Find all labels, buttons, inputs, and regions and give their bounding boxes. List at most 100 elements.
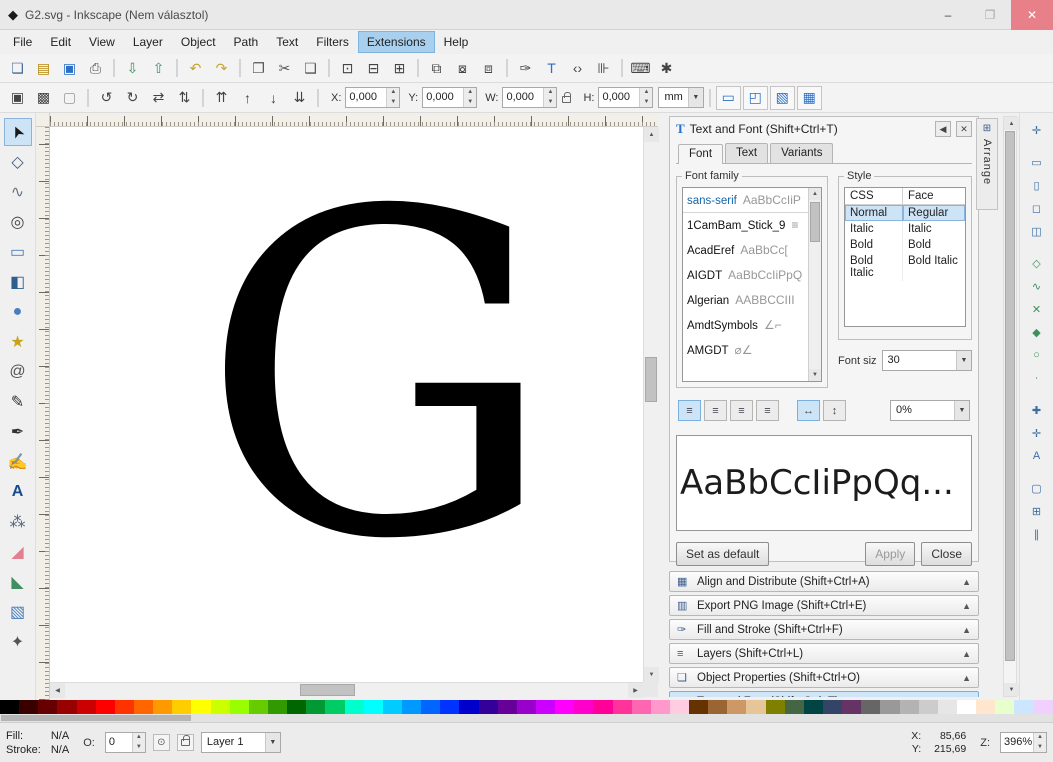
palette-swatch[interactable] <box>249 700 268 714</box>
rotate-cw-icon[interactable]: ↻ <box>120 86 145 110</box>
scroll-up-icon[interactable]: ▲ <box>809 188 821 200</box>
spin-down-icon[interactable]: ▼ <box>133 743 145 753</box>
palette-swatch[interactable] <box>995 700 1014 714</box>
dock-scrollbar[interactable]: ▲ ▼ <box>1003 116 1017 697</box>
palette-swatch[interactable] <box>421 700 440 714</box>
snap-bbox-icon[interactable]: ▭ <box>1025 152 1049 172</box>
scroll-down-icon[interactable]: ▼ <box>809 369 821 381</box>
duplicate-icon[interactable]: ⧉ <box>424 56 449 80</box>
node-tool[interactable]: ◇ <box>4 148 32 176</box>
new-document-icon[interactable]: ❏ <box>5 56 30 80</box>
snap-intersection-icon[interactable]: ✕ <box>1025 299 1049 319</box>
palette-swatch[interactable] <box>804 700 823 714</box>
tab-font[interactable]: Font <box>678 144 723 164</box>
opacity-spinner[interactable]: ▲▼ <box>132 733 145 752</box>
snap-cusp-icon[interactable]: ◆ <box>1025 322 1049 342</box>
save-icon[interactable]: ▣ <box>57 56 82 80</box>
palette-swatch[interactable] <box>536 700 555 714</box>
toolbar-button[interactable] <box>506 59 508 77</box>
palette-swatch[interactable] <box>77 700 96 714</box>
style-row[interactable]: Italic Italic <box>845 221 965 237</box>
rect-tool[interactable]: ▭ <box>4 238 32 266</box>
lock-ratio-icon[interactable] <box>562 96 571 103</box>
snap-midpoint-icon[interactable]: ∙ <box>1025 368 1049 388</box>
canvas-horizontal-scrollbar[interactable]: ◀ ▶ <box>50 682 643 697</box>
align-dialog-icon[interactable]: ⊪ <box>591 56 616 80</box>
spin-down-icon[interactable]: ▼ <box>1034 743 1046 753</box>
create-clone-icon[interactable]: ⧇ <box>450 56 475 80</box>
h-input[interactable]: 0,000 ▲▼ <box>598 87 653 108</box>
vscroll-track[interactable] <box>644 142 658 667</box>
gradient-tool[interactable]: ▧ <box>4 598 32 626</box>
zoom-input[interactable]: 396% ▲▼ <box>1000 732 1047 753</box>
ellipse-tool[interactable]: ● <box>4 298 32 326</box>
align-right-button[interactable]: ≡ <box>730 400 753 421</box>
y-spinner[interactable]: ▲▼ <box>463 88 476 107</box>
xml-editor-icon[interactable]: ‹› <box>565 56 590 80</box>
toolbar-button[interactable] <box>87 89 89 107</box>
minimize-button[interactable]: – <box>927 0 969 30</box>
menu-text[interactable]: Text <box>267 31 307 53</box>
spray-tool[interactable]: ⁂ <box>4 508 32 536</box>
close-button[interactable]: ✕ <box>1011 0 1053 30</box>
w-input[interactable]: 0,000 ▲▼ <box>502 87 557 108</box>
snap-bbox-edge-icon[interactable]: ▯ <box>1025 175 1049 195</box>
eraser-tool[interactable]: ◢ <box>4 538 32 566</box>
raise-to-top-icon[interactable]: ⇈ <box>209 86 234 110</box>
font-size-select[interactable]: 30 ▼ <box>882 350 972 371</box>
menu-file[interactable]: File <box>4 31 41 53</box>
align-justify-button[interactable]: ≡ <box>756 400 779 421</box>
font-row-1cambam[interactable]: 1CamBam_Stick_9≡ <box>683 213 808 238</box>
menu-object[interactable]: Object <box>172 31 225 53</box>
scale-corners-toggle-icon[interactable]: ◰ <box>743 86 768 110</box>
palette-swatch[interactable] <box>746 700 765 714</box>
zoom-drawing-icon[interactable]: ⊟ <box>361 56 386 80</box>
panel-text-font[interactable]: T Text and Font (Shift+Ctrl+T) ▲ <box>669 691 979 697</box>
panel-object-properties[interactable]: ❏ Object Properties (Shift+Ctrl+O) ▲ <box>669 667 979 688</box>
palette-swatch[interactable] <box>57 700 76 714</box>
menu-view[interactable]: View <box>80 31 124 53</box>
ruler-corner[interactable] <box>36 113 50 127</box>
menu-extensions[interactable]: Extensions <box>358 31 435 53</box>
palette-swatch[interactable] <box>172 700 191 714</box>
set-as-default-button[interactable]: Set as default <box>676 542 769 566</box>
font-list[interactable]: sans-serifAaBbCcIiP 1CamBam_Stick_9≡ Aca… <box>682 187 822 382</box>
spin-down-icon[interactable]: ▼ <box>640 98 652 108</box>
panel-align-distribute[interactable]: ▦ Align and Distribute (Shift+Ctrl+A) ▲ <box>669 571 979 592</box>
spin-up-icon[interactable]: ▲ <box>640 88 652 98</box>
palette-swatch[interactable] <box>593 700 612 714</box>
snap-nodes-icon[interactable]: ◇ <box>1025 253 1049 273</box>
palette-swatch[interactable] <box>96 700 115 714</box>
spiral-tool[interactable]: @ <box>4 358 32 386</box>
line-spacing-select[interactable]: 0% ▼ <box>890 400 970 421</box>
palette-swatch[interactable] <box>325 700 344 714</box>
snap-page-border-icon[interactable]: ▢ <box>1025 478 1049 498</box>
palette-swatch[interactable] <box>345 700 364 714</box>
palette-swatch[interactable] <box>727 700 746 714</box>
select-all-layers-icon[interactable]: ▩ <box>31 86 56 110</box>
snap-bbox-midpoint-icon[interactable]: ◫ <box>1025 221 1049 241</box>
dropdown-icon[interactable]: ▼ <box>956 351 971 370</box>
transform-gradient-toggle-icon[interactable]: ▧ <box>770 86 795 110</box>
palette-swatch[interactable] <box>230 700 249 714</box>
panel-fill-stroke[interactable]: ✑ Fill and Stroke (Shift+Ctrl+F) ▲ <box>669 619 979 640</box>
palette-swatch[interactable] <box>708 700 727 714</box>
palette-swatch[interactable] <box>364 700 383 714</box>
transform-pattern-toggle-icon[interactable]: ▦ <box>797 86 822 110</box>
deselect-icon[interactable]: ▢ <box>57 86 82 110</box>
palette-swatch[interactable] <box>613 700 632 714</box>
undo-icon[interactable]: ↶ <box>183 56 208 80</box>
text-tool[interactable]: A <box>4 478 32 506</box>
palette-swatch[interactable] <box>842 700 861 714</box>
select-all-icon[interactable]: ▣ <box>5 86 30 110</box>
tweak-tool[interactable]: ∿ <box>4 178 32 206</box>
w-spinner[interactable]: ▲▼ <box>543 88 556 107</box>
palette-swatch[interactable] <box>19 700 38 714</box>
toolbar-button[interactable] <box>317 89 319 107</box>
selector-tool[interactable]: ➤ <box>4 118 32 146</box>
style-row[interactable]: Bold Bold <box>845 237 965 253</box>
flip-horizontal-icon[interactable]: ⇄ <box>146 86 171 110</box>
palette-swatch[interactable] <box>153 700 172 714</box>
spin-up-icon[interactable]: ▲ <box>387 88 399 98</box>
canvas[interactable]: G <box>50 127 643 682</box>
